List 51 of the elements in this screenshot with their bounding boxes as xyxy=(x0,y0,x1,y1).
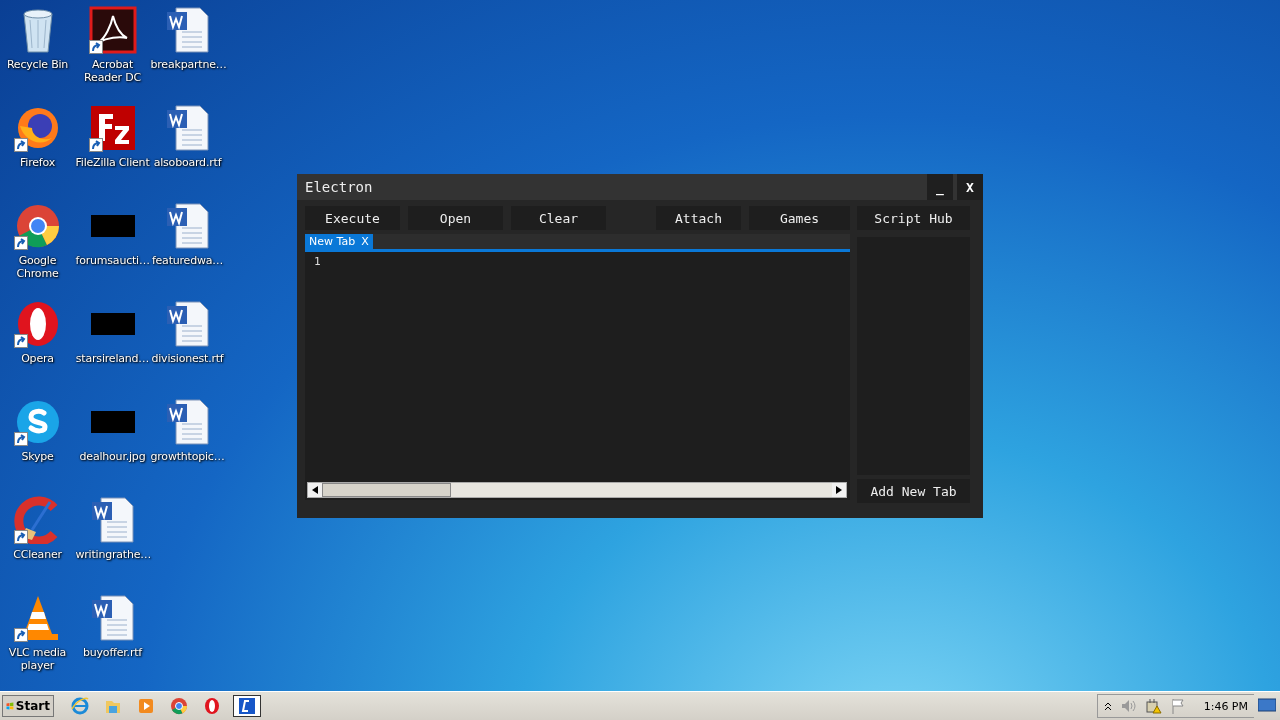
minimize-button[interactable]: _ xyxy=(927,174,953,200)
right-arrow-icon[interactable] xyxy=(836,486,842,494)
add-tab-button[interactable]: Add New Tab xyxy=(857,479,970,503)
icon-label[interactable]: growthtopic… xyxy=(150,450,225,463)
icon-label[interactable]: CCleaner xyxy=(0,548,75,561)
toolbar-button[interactable]: Games xyxy=(749,206,850,230)
line-number: 1 xyxy=(314,255,322,268)
icon-label[interactable]: breakpartne… xyxy=(150,58,225,71)
icon-label[interactable]: alsoboard.rtf xyxy=(150,156,225,169)
toolbar-button[interactable]: Script Hub xyxy=(857,206,970,230)
filezilla-icon xyxy=(88,104,137,152)
icon-label[interactable]: forumsaucti… xyxy=(75,254,150,267)
icon-label[interactable]: VLC media player xyxy=(0,646,75,672)
toolbar-button[interactable]: Execute xyxy=(305,206,400,230)
chrome-icon xyxy=(170,697,188,715)
clock[interactable]: 1:46 PM xyxy=(1203,699,1248,713)
icon-label[interactable]: Google Chrome xyxy=(0,254,75,280)
icon-label[interactable]: dealhour.jpg xyxy=(75,450,150,463)
taskbar-app-button[interactable] xyxy=(233,695,261,717)
icon-label[interactable]: Skype xyxy=(0,450,75,463)
editor-tab[interactable]: New Tab X xyxy=(305,234,373,249)
flag-icon[interactable] xyxy=(1170,698,1185,714)
internet-explorer-icon xyxy=(71,697,89,715)
electron-app-icon xyxy=(238,697,256,715)
opera-icon xyxy=(203,697,221,715)
icon-label[interactable]: Opera xyxy=(0,352,75,365)
toolbar-button[interactable]: Clear xyxy=(511,206,606,230)
icon-label[interactable]: starsireland… xyxy=(75,352,150,365)
network-warning-icon[interactable] xyxy=(1145,698,1162,714)
left-arrow-icon[interactable] xyxy=(312,486,318,494)
acrobat-icon xyxy=(88,6,137,54)
icon-label[interactable]: FileZilla Client xyxy=(75,156,150,169)
start-button[interactable]: Start xyxy=(2,695,54,717)
icon-label[interactable]: Firefox xyxy=(0,156,75,169)
icon-label[interactable]: Acrobat Reader DC xyxy=(75,58,150,84)
chevron-up-icon[interactable] xyxy=(1103,701,1112,711)
icon-label[interactable]: buyoffer.rtf xyxy=(75,646,150,659)
monitor-icon xyxy=(1258,697,1276,712)
media-player-icon xyxy=(137,697,155,715)
horizontal-scrollbar[interactable] xyxy=(307,482,847,498)
toolbar-button[interactable]: Attach xyxy=(656,206,741,230)
code-editor[interactable]: New Tab X 1 xyxy=(305,234,850,500)
icon-label[interactable]: featuredwa… xyxy=(150,254,225,267)
icon-label[interactable]: Recycle Bin xyxy=(0,58,75,71)
scrollbar-thumb[interactable] xyxy=(322,483,451,497)
speaker-icon[interactable] xyxy=(1120,699,1137,713)
close-button[interactable]: X xyxy=(957,174,983,200)
toolbar-button[interactable]: Open xyxy=(408,206,503,230)
window-title: Electron xyxy=(304,179,373,195)
icon-label[interactable]: writingrathe… xyxy=(75,548,150,561)
icon-label[interactable]: divisionest.rtf xyxy=(150,352,225,365)
